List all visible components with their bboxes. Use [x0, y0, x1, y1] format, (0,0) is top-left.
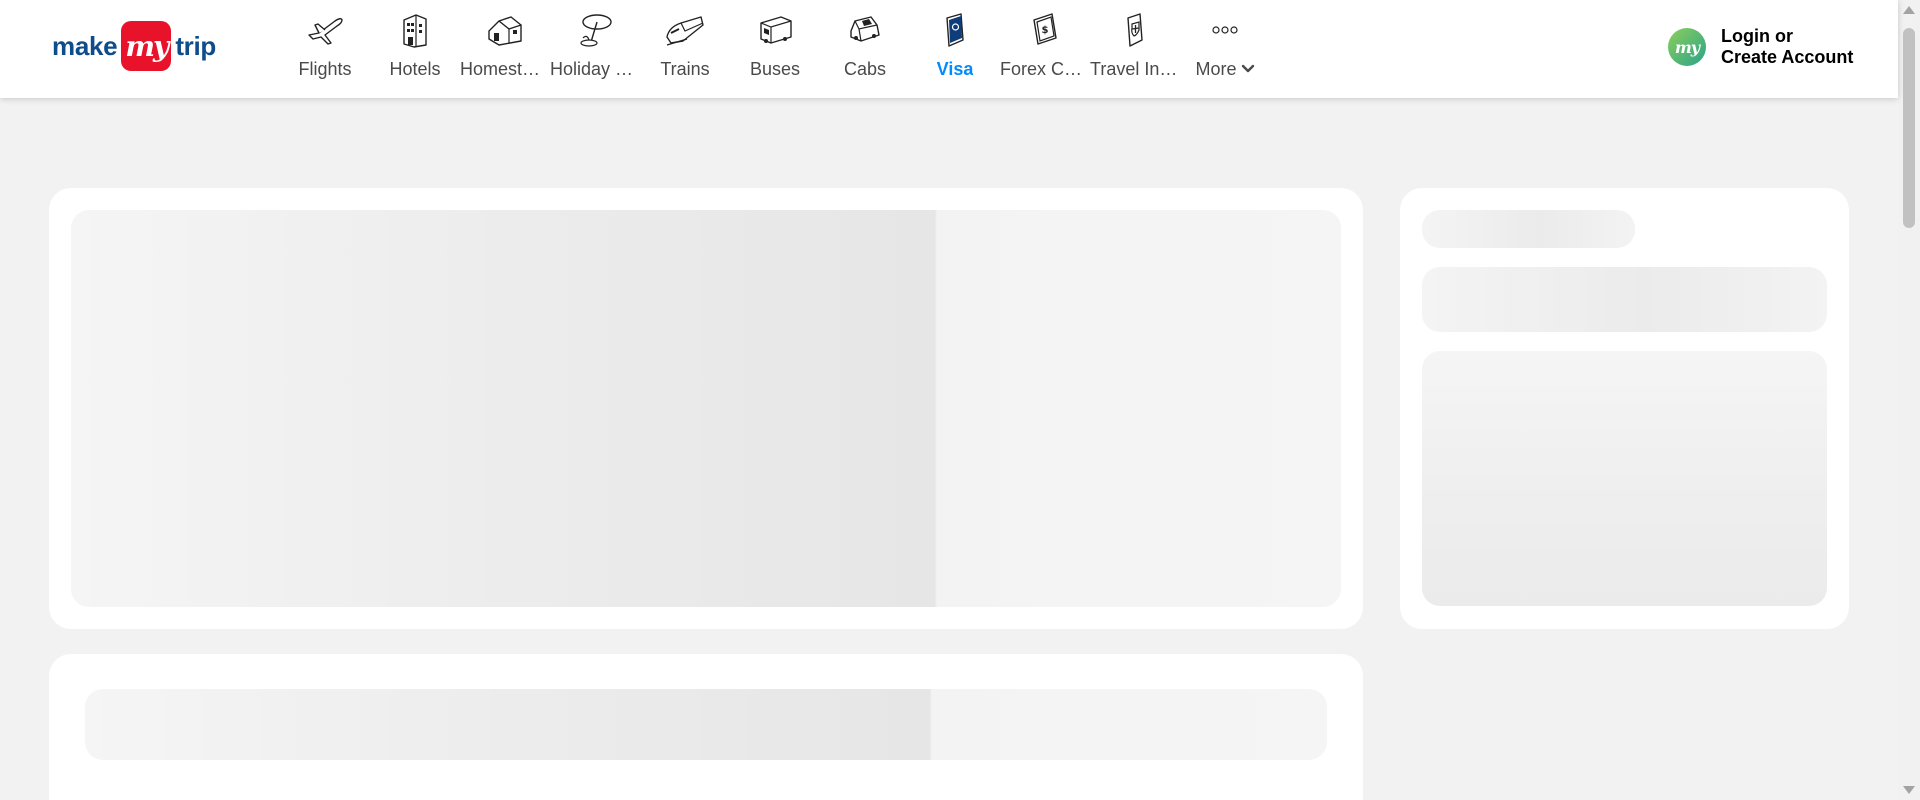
- side-skeleton-card: [1400, 188, 1849, 629]
- nav-item-homestays[interactable]: Homestays & Villas: [460, 0, 550, 98]
- shield-card-icon: [1113, 10, 1157, 50]
- scroll-down-arrow-icon[interactable]: [1903, 786, 1915, 794]
- makemytrip-logo[interactable]: make my trip: [52, 20, 216, 72]
- side-skeleton-title: [1422, 210, 1635, 248]
- more-dots-icon: [1203, 10, 1247, 50]
- main-skeleton-card: [49, 188, 1363, 629]
- nav-item-forex[interactable]: $ Forex Card & Currency: [1000, 0, 1090, 98]
- nav-label-forex: Forex Card & Currency: [1000, 59, 1090, 79]
- svg-text:$: $: [1042, 25, 1049, 36]
- login-text: Login or Create Account: [1721, 26, 1853, 68]
- forex-card-icon: $: [1023, 10, 1067, 50]
- nav-label-cabs: Cabs: [843, 59, 887, 79]
- lower-skeleton-bar: [85, 689, 1327, 760]
- passport-icon: [933, 10, 977, 50]
- top-header: make my trip Flights Hotels Homestays Ho…: [0, 0, 1898, 98]
- building-icon: [393, 10, 437, 50]
- login-line2: Create Account: [1721, 47, 1854, 67]
- nav-label-buses: Buses: [749, 59, 801, 79]
- logo-badge: my: [121, 21, 172, 71]
- page-scrollbar[interactable]: [1898, 0, 1920, 800]
- nav-item-visa[interactable]: Visa: [910, 0, 1000, 98]
- hero-skeleton-block: [71, 210, 1341, 607]
- login-button[interactable]: my Login or Create Account: [1668, 26, 1853, 68]
- nav-label-trains: Trains: [660, 59, 710, 79]
- nav-label-homestays: Hotels: [389, 59, 441, 79]
- plane-icon: [303, 10, 347, 50]
- nav-item-cabs[interactable]: Cabs: [820, 0, 910, 98]
- car-icon: [843, 10, 887, 50]
- bus-icon: [753, 10, 797, 50]
- nav-label-visa: Visa: [936, 59, 974, 79]
- train-icon: [663, 10, 707, 50]
- scrollbar-thumb[interactable]: [1903, 28, 1915, 228]
- nav-item-more[interactable]: More: [1180, 0, 1270, 98]
- nav-item-buses[interactable]: Buses: [730, 0, 820, 98]
- product-nav: Flights Hotels Homestays Holiday Pa Trai…: [280, 0, 1270, 98]
- side-skeleton-bar: [1422, 267, 1827, 332]
- nav-item-travel-insurance[interactable]: Travel Insurance: [1090, 0, 1180, 98]
- umbrella-icon: [573, 10, 617, 50]
- scroll-up-arrow-icon[interactable]: [1903, 6, 1915, 14]
- lower-skeleton-card: [49, 654, 1363, 800]
- nav-item-holiday-packages[interactable]: Holiday Packages: [550, 0, 640, 98]
- logo-word-left: make: [52, 30, 118, 61]
- login-line1: Login or: [1721, 26, 1793, 46]
- chevron-down-icon: [1241, 61, 1255, 79]
- nav-label-more: More: [1195, 59, 1237, 79]
- nav-item-trains[interactable]: Trains: [640, 0, 730, 98]
- side-skeleton-box: [1422, 351, 1827, 606]
- nav-item-hotels[interactable]: Hotels: [370, 0, 460, 98]
- nav-label-travel-insurance: Travel Insurance: [1090, 59, 1180, 79]
- nav-label-homestays: Homestays & Villas: [460, 59, 550, 79]
- logo-word-right: trip: [175, 30, 216, 61]
- user-avatar-icon: my: [1668, 28, 1706, 66]
- nav-item-flights[interactable]: Flights: [280, 0, 370, 98]
- nav-label-holiday-packages: Holiday Packages: [550, 59, 640, 79]
- nav-label-flights: Flights: [298, 59, 352, 79]
- house-icon: [483, 10, 527, 50]
- more-label-row: More: [1195, 50, 1254, 80]
